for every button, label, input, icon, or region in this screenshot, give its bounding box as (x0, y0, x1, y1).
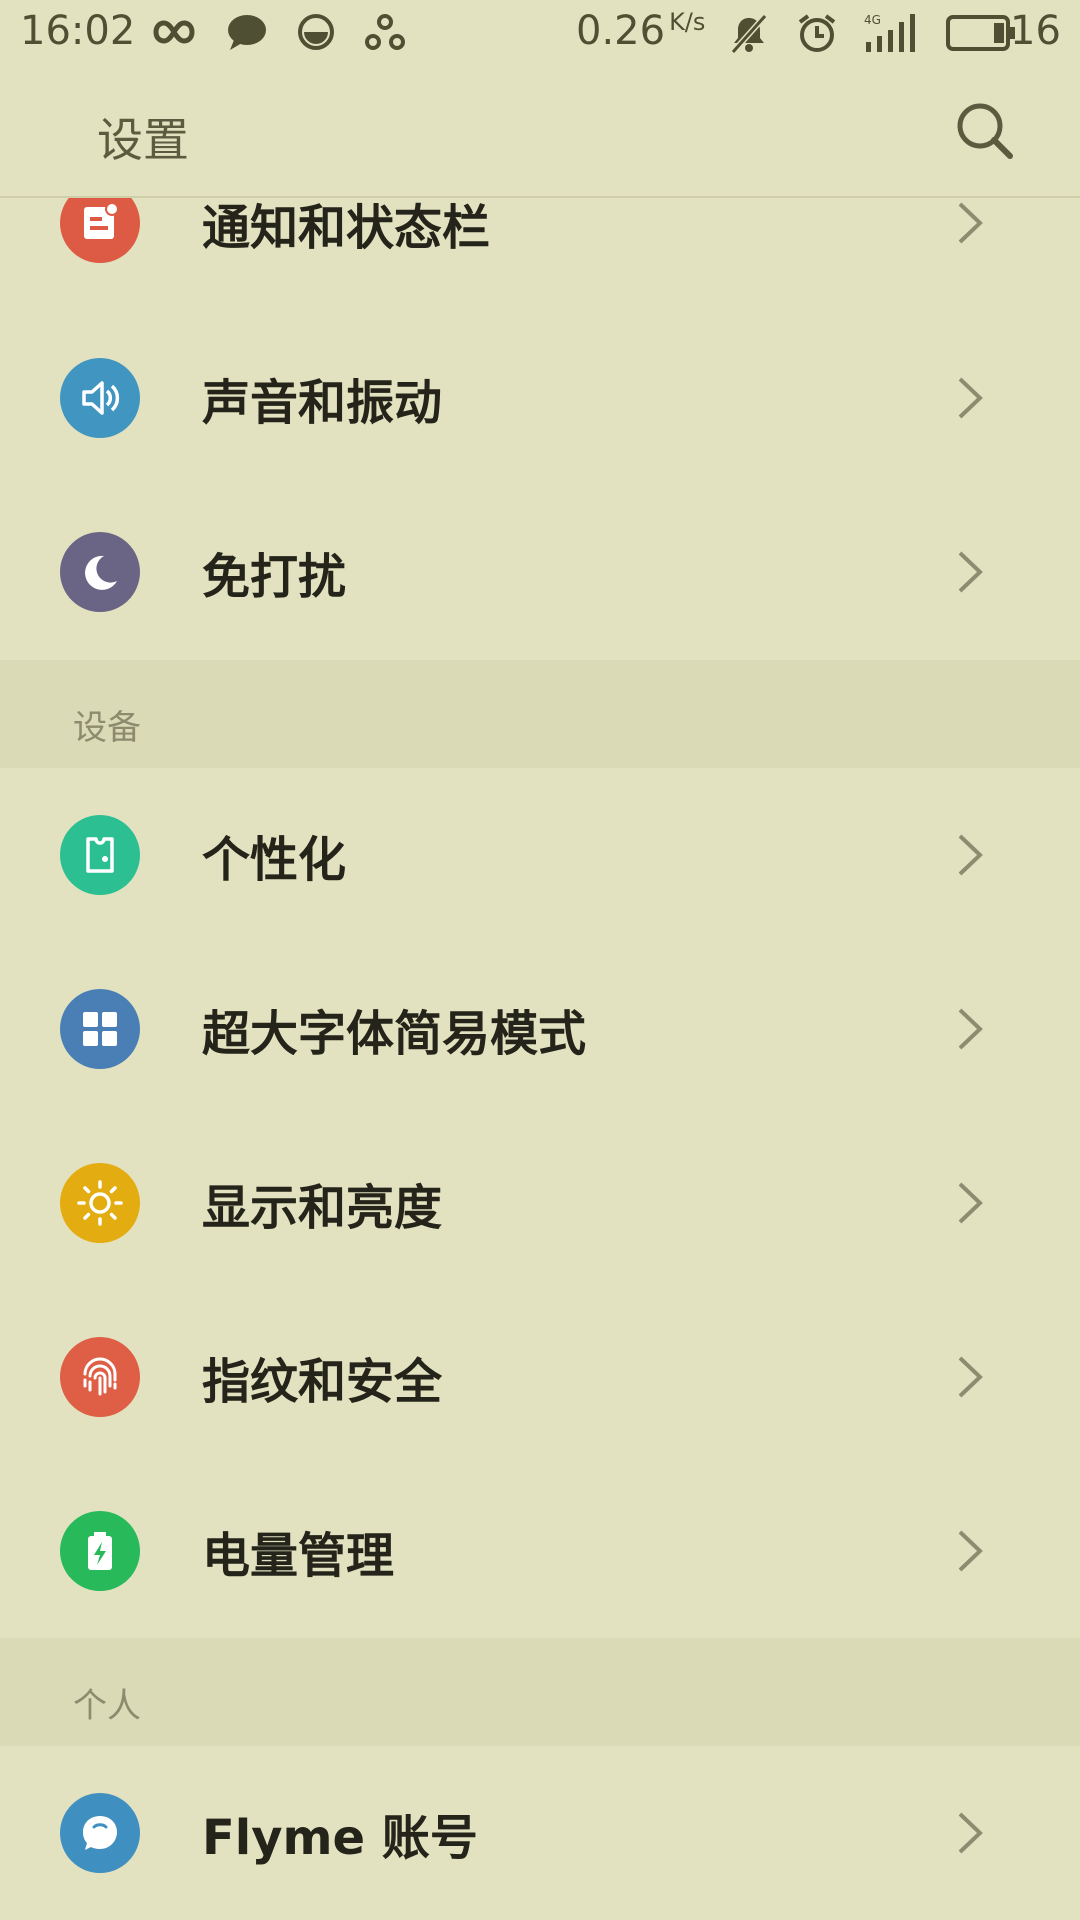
search-icon (957, 103, 1013, 159)
share-icon (365, 14, 405, 50)
notification-icons (148, 12, 406, 52)
chevron-right-icon (958, 1356, 983, 1398)
page-title: 设置 (97, 113, 189, 167)
list-item-label: 声音和振动 (202, 375, 443, 431)
list-item-label: 超大字体简易模式 (202, 1006, 587, 1062)
chevron-right-icon (958, 834, 983, 876)
app-notification-icon (298, 14, 334, 50)
list-item-fingerprint[interactable]: 指纹和安全 (0, 1290, 1080, 1464)
network-speed: 0.26 K/s (576, 8, 705, 54)
list-item-label: 免打扰 (202, 549, 347, 605)
grid-icon (60, 989, 140, 1069)
chevron-right-icon (958, 202, 983, 244)
section-header-personal: 个人 (0, 1638, 1080, 1746)
battery-icon (946, 15, 1015, 51)
signal-icon: 4G (864, 13, 915, 52)
list-item-sound[interactable]: 声音和振动 (0, 311, 1080, 485)
battery-charge-icon (60, 1511, 140, 1591)
speaker-icon (60, 358, 140, 438)
status-bar: 16:02 0.26 K/s 4G 16 (0, 0, 1080, 66)
alarm-icon (798, 14, 836, 52)
list-item-display[interactable]: 显示和亮度 (0, 1116, 1080, 1290)
list-item-label: 显示和亮度 (202, 1180, 443, 1236)
list-item-label: 指纹和安全 (202, 1354, 443, 1410)
section-header-device: 设备 (0, 660, 1080, 768)
list-item-label: 电量管理 (202, 1528, 395, 1584)
shirt-icon (60, 815, 140, 895)
list-item-dnd[interactable]: 免打扰 (0, 485, 1080, 659)
bell-muted-icon (730, 14, 768, 54)
list-item-flyme-account[interactable]: Flyme 账号 (0, 1746, 1080, 1920)
list-item-battery[interactable]: 电量管理 (0, 1464, 1080, 1638)
flyme-account-icon (60, 1793, 140, 1873)
network-speed-unit: K/s (669, 8, 706, 36)
message-icon (228, 15, 266, 50)
chevron-right-icon (958, 551, 983, 593)
sun-icon (60, 1163, 140, 1243)
chevron-right-icon (958, 1812, 983, 1854)
list-item-big-font[interactable]: 超大字体简易模式 (0, 942, 1080, 1116)
system-icons: 4G (728, 12, 1016, 54)
fingerprint-icon (60, 1337, 140, 1417)
settings-screen: 16:02 0.26 K/s 4G 16 设置 通知和状态栏 声音和振动 免打扰… (0, 0, 1080, 1920)
infinity-icon (153, 20, 195, 44)
chevron-right-icon (958, 1182, 983, 1224)
section-label: 设备 (73, 708, 141, 748)
list-item-label: 通知和状态栏 (202, 200, 491, 256)
list-item-label: Flyme 账号 (202, 1810, 478, 1866)
top-bar: 设置 (0, 66, 1080, 198)
list-item-personalize[interactable]: 个性化 (0, 768, 1080, 942)
svg-text:4G: 4G (864, 13, 881, 27)
chevron-right-icon (958, 1008, 983, 1050)
battery-percent: 16 (1010, 8, 1061, 54)
status-time: 16:02 (20, 8, 136, 54)
moon-icon (60, 532, 140, 612)
section-label: 个人 (73, 1686, 141, 1726)
search-button[interactable] (950, 96, 1020, 166)
network-speed-value: 0.26 (576, 8, 666, 54)
chevron-right-icon (958, 1530, 983, 1572)
list-item-label: 个性化 (202, 832, 347, 888)
chevron-right-icon (958, 377, 983, 419)
